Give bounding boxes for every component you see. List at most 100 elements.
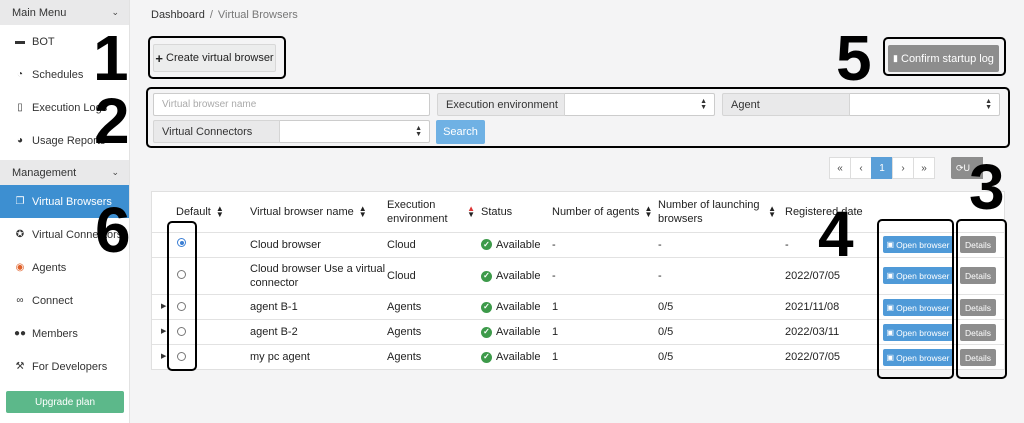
plug-icon: ✪ (15, 229, 25, 240)
document-icon: ▯ (17, 102, 23, 113)
window-icon: ▣ (886, 353, 895, 362)
status-text: Available (496, 270, 541, 282)
clock-icon: ◔ (16, 69, 24, 80)
cell-status: ✓ Available (481, 345, 540, 369)
cell-status: ✓ Available (481, 295, 540, 319)
pie-chart-icon: ◕ (16, 135, 24, 146)
details-button[interactable]: Details (960, 324, 996, 341)
cell-name: Cloud browser (250, 238, 321, 251)
header-label: Number of launching browsers (658, 198, 760, 226)
window-icon: ▣ (886, 328, 895, 337)
details-button[interactable]: Details (960, 236, 996, 253)
sidebar-item-label: For Developers (32, 360, 108, 373)
chevron-down-icon: ⌄ (111, 7, 119, 17)
open-browser-button[interactable]: ▣ Open browser (883, 236, 953, 253)
name-line: connector (250, 277, 299, 289)
prev-page-button[interactable]: ‹ (850, 157, 872, 179)
button-label: Create virtual browser (166, 52, 274, 64)
column-header-name[interactable]: Virtual browser name ▲ ▼ (250, 192, 367, 232)
default-radio[interactable] (177, 270, 186, 279)
open-browser-button[interactable]: ▣ Open browser (883, 267, 953, 284)
sidebar-item-for-developers[interactable]: ⚒ For Developers (0, 350, 129, 383)
search-button[interactable]: Search (436, 120, 485, 144)
default-radio[interactable] (177, 327, 186, 336)
expand-caret-icon[interactable]: ▶ (161, 327, 166, 335)
agent-select[interactable]: ▲ ▼ (850, 93, 1000, 116)
cell-environment: Cloud (387, 238, 416, 251)
column-header-launching-browsers[interactable]: Number of launching browsers ▲ ▼ (658, 192, 776, 232)
sidebar-item-members[interactable]: ●● Members (0, 317, 129, 350)
name-line: Cloud browser Use a virtual (250, 263, 386, 275)
expand-caret-icon[interactable]: ▶ (161, 352, 166, 360)
details-button[interactable]: Details (960, 267, 996, 284)
details-button[interactable]: Details (960, 299, 996, 316)
check-circle-icon: ✓ (481, 351, 492, 363)
default-radio[interactable] (177, 302, 186, 311)
virtual-connectors-label: Virtual Connectors (153, 120, 280, 143)
annotation-number-2: 2 (94, 85, 130, 157)
sidebar-item-connect[interactable]: ∞ Connect (0, 284, 129, 317)
cell-name: Cloud browser Use a virtual connector (250, 258, 385, 294)
annotation-number-4: 4 (818, 198, 854, 270)
cell-launching: 0/5 (658, 326, 674, 338)
section-label: Management (12, 166, 77, 179)
file-icon: ▮ (893, 53, 898, 63)
window-icon: ▣ (886, 271, 895, 280)
cell-launching: - (658, 238, 662, 251)
cell-agents: 1 (552, 326, 559, 338)
breadcrumb-dashboard-link[interactable]: Dashboard (151, 9, 205, 21)
window-stack-icon: ❐ (15, 196, 25, 207)
cell-date: - (785, 238, 789, 251)
cell-agents: - (552, 238, 556, 251)
open-browser-button[interactable]: ▣ Open browser (883, 299, 953, 316)
select-arrows-icon: ▲ ▼ (700, 98, 707, 111)
open-browser-button[interactable]: ▣ Open browser (883, 349, 953, 366)
select-arrows-icon: ▲ ▼ (415, 125, 422, 138)
default-radio[interactable] (177, 238, 186, 247)
header-label: Execution environment (387, 198, 448, 226)
sidebar-item-label: Schedules (32, 68, 84, 81)
agent-label: Agent (722, 93, 850, 116)
open-browser-button[interactable]: ▣ Open browser (883, 324, 953, 341)
details-button[interactable]: Details (960, 349, 996, 366)
cell-launching: 0/5 (658, 351, 674, 363)
sidebar-section-management[interactable]: Management ⌄ (0, 160, 129, 185)
wrench-icon: ⚒ (15, 361, 25, 372)
default-radio[interactable] (177, 352, 186, 361)
sidebar-item-label: BOT (32, 35, 55, 48)
link-icon: ∞ (16, 295, 24, 306)
column-header-number-of-agents[interactable]: Number of agents ▲ ▼ (552, 192, 652, 232)
header-label: Default (176, 206, 211, 218)
expand-caret-icon[interactable]: ▶ (161, 302, 166, 310)
breadcrumb-separator: / (209, 9, 213, 21)
annotation-number-5: 5 (836, 22, 872, 94)
last-page-button[interactable]: » (913, 157, 935, 179)
button-label: Open browser (896, 352, 950, 363)
cell-agents: 1 (552, 351, 559, 363)
window-icon: ▣ (886, 303, 895, 312)
agent-icon: ◉ (15, 262, 25, 273)
cell-environment: Agents (387, 351, 422, 363)
refresh-icon: ⟳ (956, 162, 964, 173)
virtual-browser-name-input[interactable]: Virtual browser name (153, 93, 430, 116)
check-circle-icon: ✓ (481, 270, 492, 282)
virtual-connectors-select[interactable]: ▲ ▼ (280, 120, 430, 143)
create-virtual-browser-button[interactable]: + Create virtual browser (153, 44, 276, 72)
upgrade-plan-button[interactable]: Upgrade plan (6, 391, 124, 413)
first-page-button[interactable]: « (829, 157, 851, 179)
cell-date: 2022/07/05 (785, 351, 841, 363)
annotation-number-1: 1 (93, 22, 129, 94)
confirm-startup-log-button[interactable]: ▮ Confirm startup log (888, 45, 999, 72)
next-page-button[interactable]: › (892, 157, 914, 179)
column-header-default[interactable]: Default ▲ ▼ (176, 192, 224, 232)
column-header-execution-environment[interactable]: Execution environment ▲ ▼ (387, 192, 475, 232)
breadcrumb: Dashboard / Virtual Browsers (151, 9, 298, 21)
header-label-line: Execution (387, 199, 436, 211)
header-label-line: environment (387, 213, 448, 225)
cell-status: ✓ Available (481, 232, 540, 257)
execution-environment-label: Execution environment (437, 93, 565, 116)
breadcrumb-current: Virtual Browsers (217, 9, 298, 21)
execution-environment-select[interactable]: ▲ ▼ (565, 93, 715, 116)
page-1-button[interactable]: 1 (871, 157, 893, 179)
button-label: Confirm startup log (901, 52, 994, 65)
